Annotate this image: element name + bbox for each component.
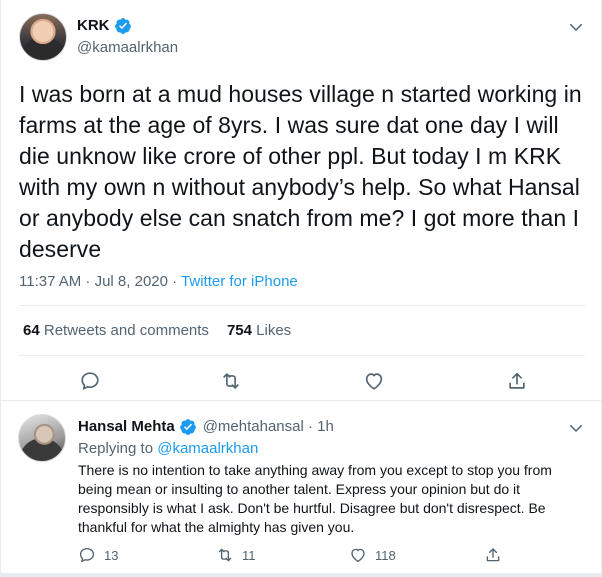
likes-label: Likes	[256, 322, 292, 339]
reply-author-name[interactable]: Hansal Mehta	[78, 417, 175, 437]
like-icon	[351, 548, 365, 563]
reply-text: There is no intention to take anything a…	[78, 462, 552, 535]
reply-author-row: Hansal Mehta @mehtahansal · 1h	[78, 417, 334, 437]
tweet-source-link[interactable]: Twitter for iPhone	[181, 273, 298, 290]
chevron-down-icon[interactable]	[567, 18, 585, 36]
reply-actions: 13 11 118	[78, 544, 578, 566]
share-icon	[486, 548, 500, 562]
tweet-meta: 11:37 AM · Jul 8, 2020 · Twitter for iPh…	[19, 272, 298, 292]
divider	[1, 573, 602, 577]
author-handle[interactable]: @kamaalrkhan	[77, 38, 178, 58]
reply-like-button[interactable]: 118	[349, 544, 396, 566]
avatar[interactable]	[18, 414, 66, 462]
avatar[interactable]	[19, 13, 67, 61]
divider	[19, 355, 585, 356]
reply-icon[interactable]	[79, 370, 101, 392]
likes-count: 754	[226, 322, 252, 339]
tweet-text: I was born at a mud houses village n sta…	[19, 81, 582, 262]
likes-stat[interactable]: 754 Likes	[227, 321, 291, 341]
verified-badge-icon	[179, 419, 196, 435]
reply-retweet-button[interactable]: 11	[216, 544, 256, 566]
retweets-label: Retweets and comments	[43, 322, 209, 339]
like-count: 118	[375, 547, 396, 563]
divider	[19, 305, 585, 306]
reply-share-button[interactable]	[484, 544, 502, 566]
reply-author-handle[interactable]: @mehtahansal · 1h	[203, 417, 334, 437]
author-name-row[interactable]: KRK	[77, 16, 132, 36]
author-display-name[interactable]: KRK	[77, 16, 110, 36]
tweet-timestamp[interactable]: 11:37 AM · Jul 8, 2020 ·	[19, 273, 181, 290]
chevron-down-icon[interactable]	[567, 419, 585, 437]
tweet-actions	[1, 366, 602, 396]
replying-to-link[interactable]: @kamaalrkhan	[157, 440, 258, 457]
retweets-stat[interactable]: 64 Retweets and comments	[23, 321, 209, 341]
retweets-count: 64	[23, 322, 40, 339]
author-block: KRK @kamaalrkhan	[77, 16, 178, 58]
replying-to-prefix: Replying to	[78, 440, 158, 457]
retweet-icon	[218, 548, 232, 562]
like-icon[interactable]	[363, 370, 385, 392]
main-tweet: KRK @kamaalrkhan I was born at a mud hou…	[1, 0, 602, 400]
reply-count: 13	[104, 547, 119, 563]
tweet-stats: 64 Retweets and comments 754 Likes	[23, 321, 291, 341]
share-icon[interactable]	[506, 370, 528, 392]
tweet-thread: KRK @kamaalrkhan I was born at a mud hou…	[0, 0, 602, 577]
retweet-icon[interactable]	[220, 370, 242, 392]
retweet-count: 11	[242, 547, 256, 563]
reply-tweet[interactable]: Hansal Mehta @mehtahansal · 1h Replying …	[1, 400, 602, 577]
reply-reply-button[interactable]: 13	[78, 544, 118, 566]
verified-badge-icon	[114, 18, 131, 34]
reply-icon	[79, 547, 95, 563]
replying-to-line: Replying to @kamaalrkhan	[78, 439, 258, 459]
